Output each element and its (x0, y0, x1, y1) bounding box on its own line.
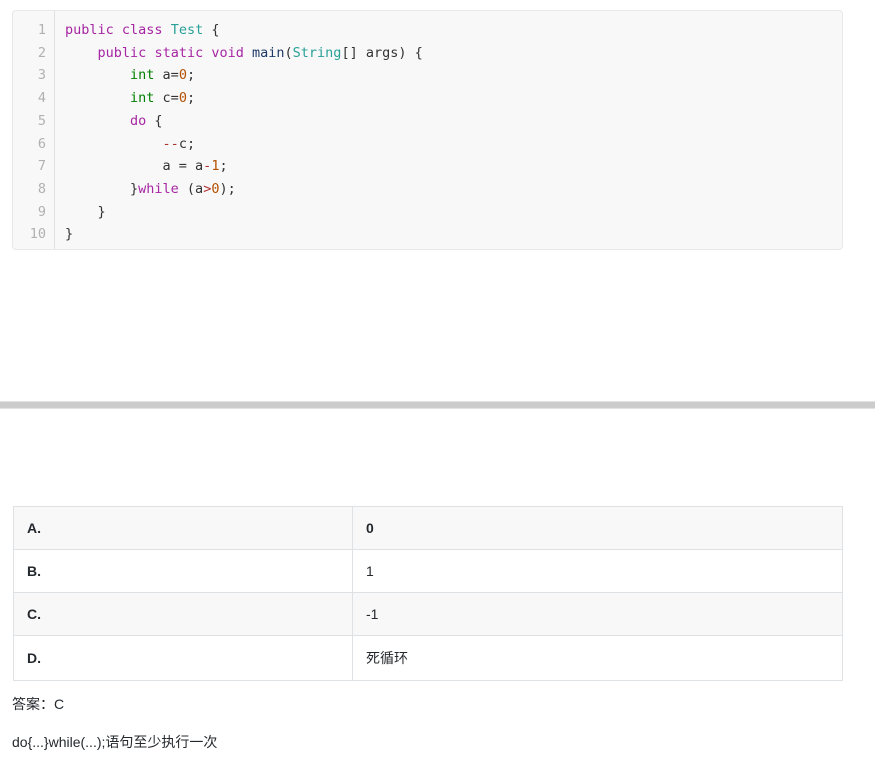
code-token: ( (284, 44, 293, 61)
code-token: int (130, 67, 155, 84)
option-value: 0 (352, 506, 843, 550)
option-value: 死循环 (352, 635, 843, 681)
table-row[interactable]: C. -1 (13, 592, 843, 636)
code-token: ; (186, 90, 196, 107)
code-token: main (252, 44, 285, 61)
line-number: 7 (13, 155, 55, 178)
code-token: a = a (65, 158, 204, 175)
code-line: 10} (13, 223, 843, 249)
code-line-content: } (55, 223, 843, 249)
code-line: 3 int a=0; (13, 64, 843, 88)
line-number: 4 (13, 87, 55, 110)
code-line-content: public class Test { (55, 11, 843, 42)
option-key: C. (13, 592, 353, 636)
code-token: } (65, 180, 139, 197)
code-line-content: a = a-1; (55, 155, 843, 178)
line-number: 8 (13, 177, 55, 201)
code-token: 0 (178, 67, 187, 84)
option-value: 1 (352, 549, 843, 593)
option-value: -1 (352, 592, 843, 636)
code-token: ; (219, 158, 228, 175)
code-line-content: } (55, 201, 843, 224)
code-line: 9 } (13, 200, 843, 224)
option-key: D. (13, 635, 353, 681)
code-line: 5 do { (13, 109, 843, 133)
line-number: 3 (13, 64, 55, 88)
options-table: A. 0 B. 1 C. -1 D. 死循环 (13, 506, 843, 681)
code-token: { (203, 22, 220, 38)
line-number: 6 (13, 132, 55, 156)
code-token: c= (154, 90, 179, 107)
code-lines: 1 public class Test {2 public static void… (13, 11, 843, 249)
code-token: class (121, 22, 163, 38)
code-line-content: --c; (55, 133, 843, 156)
answer-label: 答案：C (12, 696, 65, 712)
code-token: void (211, 44, 244, 61)
code-token: 0 (178, 90, 187, 107)
code-token: Test (170, 22, 204, 38)
table-row[interactable]: B. 1 (13, 549, 843, 593)
code-line-content: int c=0; (55, 87, 843, 110)
options-table-body: A. 0 B. 1 C. -1 D. 死循环 (13, 506, 843, 681)
code-line-content: int a=0; (55, 64, 843, 87)
code-token: } (65, 203, 106, 220)
line-number: 9 (13, 200, 55, 224)
code-token: public (65, 22, 114, 38)
code-line: 8 }while (a>0); (13, 177, 843, 201)
line-number: 1 (13, 11, 55, 42)
section-divider (0, 401, 875, 409)
code-token: static (154, 44, 204, 61)
code-line: 1 public class Test { (13, 11, 842, 42)
code-line: 4 int c=0; (13, 87, 842, 110)
option-key: A. (13, 506, 353, 550)
code-token: public (97, 44, 147, 61)
code-token: [] args) { (341, 44, 423, 61)
line-number: 10 (13, 223, 55, 249)
line-number: 5 (13, 109, 55, 133)
code-line: 2 public static void main(String[] args)… (13, 41, 843, 65)
code-token: { (146, 112, 163, 129)
code-token: do (130, 112, 147, 129)
table-row[interactable]: A. 0 (13, 506, 843, 550)
line-number: 2 (13, 41, 55, 65)
answer-explanation: do{...}while(...);语句至少执行一次 (12, 734, 218, 750)
code-token: String (292, 44, 342, 61)
code-line: 6 --c; (13, 132, 843, 156)
code-block: 1 public class Test {2 public static void… (12, 10, 843, 250)
option-key: B. (13, 549, 353, 593)
code-token: c; (178, 135, 196, 152)
code-line-content: do { (55, 110, 843, 133)
table-row[interactable]: D. 死循环 (13, 635, 843, 681)
code-token: ); (219, 180, 236, 197)
code-token: a= (154, 67, 179, 84)
code-token: while (138, 180, 179, 197)
code-token: } (65, 226, 74, 243)
code-listing: 1 public class Test {2 public static void… (13, 11, 843, 249)
code-token: -- (162, 135, 179, 152)
code-token: ; (186, 67, 196, 84)
code-token: int (130, 90, 155, 107)
code-line-content: public static void main(String[] args) { (55, 42, 843, 65)
code-token: (a (178, 180, 204, 197)
code-line-content: }while (a>0); (55, 178, 843, 201)
code-line: 7 a = a-1; (13, 155, 842, 178)
